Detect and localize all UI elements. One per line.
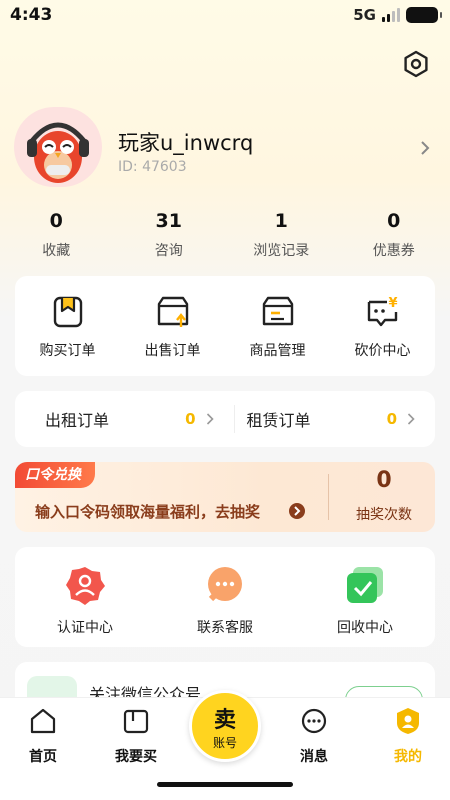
stat-value: 0 [49, 210, 63, 232]
stat-favorites[interactable]: 0 收藏 [0, 210, 113, 266]
product-management-button[interactable]: 商品管理 [225, 276, 330, 376]
chevron-right-icon [407, 413, 415, 425]
rent-in-count: 0 [386, 410, 397, 428]
status-bar: 4:43 5G [0, 0, 450, 32]
signal-icon [382, 8, 400, 22]
order-label: 购买订单 [39, 343, 96, 359]
rent-in-orders-button[interactable]: 租赁订单 0 [233, 405, 436, 433]
stat-label: 收藏 [42, 243, 71, 259]
stat-coupons[interactable]: 0 优惠券 [338, 210, 450, 266]
sale-orders-button[interactable]: 出售订单 [120, 276, 225, 376]
tab-mine[interactable]: 我的 [368, 706, 448, 766]
box-upload-icon [157, 296, 188, 327]
status-time: 4:43 [10, 5, 53, 25]
lottery-count-label: 抽奖次数 [356, 507, 412, 523]
stat-label: 优惠券 [372, 243, 415, 259]
recycle-center-button[interactable]: 回收中心 [295, 547, 435, 647]
verification-center-button[interactable]: 认证中心 [15, 547, 155, 647]
home-indicator [157, 782, 293, 787]
shopping-bag-icon [123, 709, 149, 734]
tab-home[interactable]: 首页 [3, 706, 83, 766]
stat-label: 咨询 [154, 243, 183, 259]
bottom-tab-bar: 首页 我要买 卖 账号 消息 我的 [0, 690, 450, 800]
purchase-orders-button[interactable]: 购买订单 [15, 276, 120, 376]
sell-sublabel: 账号 [212, 736, 237, 750]
sell-account-button[interactable]: 卖 账号 [189, 690, 261, 762]
battery-icon [406, 7, 442, 23]
service-label: 联系客服 [197, 620, 253, 636]
stat-label: 浏览记录 [253, 243, 310, 259]
tab-label: 消息 [300, 749, 328, 765]
chevron-right-icon [206, 413, 214, 425]
arrow-right-circle-icon[interactable] [289, 503, 305, 519]
promo-tag: 口令兑换 [15, 462, 95, 488]
stat-inquiries[interactable]: 31 咨询 [113, 210, 226, 266]
stat-value: 0 [387, 210, 401, 232]
stat-value: 1 [274, 210, 288, 232]
order-label: 出售订单 [144, 343, 201, 359]
services-card: 认证中心 联系客服 回收中心 [15, 547, 435, 647]
rent-out-orders-button[interactable]: 出租订单 0 [15, 391, 234, 447]
svg-text:¥: ¥ [388, 296, 397, 311]
status-indicators: 5G [353, 6, 442, 24]
bargain-center-button[interactable]: ¥ 砍价中心 [330, 276, 435, 376]
verify-user-icon [66, 567, 105, 605]
tab-buy[interactable]: 我要买 [96, 706, 176, 766]
customer-service-button[interactable]: 联系客服 [155, 547, 295, 647]
order-label: 砍价中心 [354, 343, 411, 359]
tab-label: 我要买 [115, 749, 157, 765]
bookmark-box-icon [53, 296, 82, 328]
rent-in-label: 租赁订单 [246, 411, 311, 430]
network-type: 5G [353, 6, 376, 24]
rent-out-label: 出租订单 [45, 411, 110, 430]
user-badge-icon [397, 708, 419, 734]
promo-text: 输入口令码领取海量福利，去抽奖 [35, 503, 261, 521]
service-label: 认证中心 [57, 620, 113, 636]
message-icon [301, 708, 327, 734]
owl-mascot-icon [27, 122, 89, 183]
tab-label: 我的 [394, 749, 422, 765]
box-list-icon [262, 296, 293, 326]
stats-row: 0 收藏 31 咨询 1 浏览记录 0 优惠券 [0, 210, 450, 266]
service-label: 回收中心 [337, 620, 393, 636]
chevron-right-icon[interactable] [418, 139, 432, 157]
yen-chat-icon: ¥ [367, 296, 397, 327]
recycle-check-icon [347, 567, 383, 603]
tab-messages[interactable]: 消息 [274, 706, 354, 766]
promo-code-banner[interactable]: 口令兑换 输入口令码领取海量福利，去抽奖 0 抽奖次数 [15, 462, 435, 532]
order-label: 商品管理 [249, 343, 306, 359]
user-id: ID: 47603 [118, 159, 187, 175]
stat-value: 31 [155, 210, 182, 232]
tab-label: 首页 [29, 749, 57, 765]
lottery-count: 0 [376, 468, 392, 493]
sell-label: 卖 [213, 708, 236, 733]
chat-bubble-icon [208, 567, 242, 602]
divider [328, 474, 329, 520]
rent-out-count: 0 [185, 410, 196, 428]
settings-icon[interactable] [402, 50, 430, 78]
orders-card: 购买订单 出售订单 商品管理 ¥ 砍价中心 [15, 276, 435, 376]
home-icon [30, 708, 56, 734]
profile-header[interactable]: 玩家u_inwcrq ID: 47603 [14, 107, 436, 187]
username: 玩家u_inwcrq [118, 131, 254, 155]
rental-card: 出租订单 0 租赁订单 0 [15, 391, 435, 447]
avatar[interactable] [14, 107, 102, 187]
stat-history[interactable]: 1 浏览记录 [225, 210, 338, 266]
